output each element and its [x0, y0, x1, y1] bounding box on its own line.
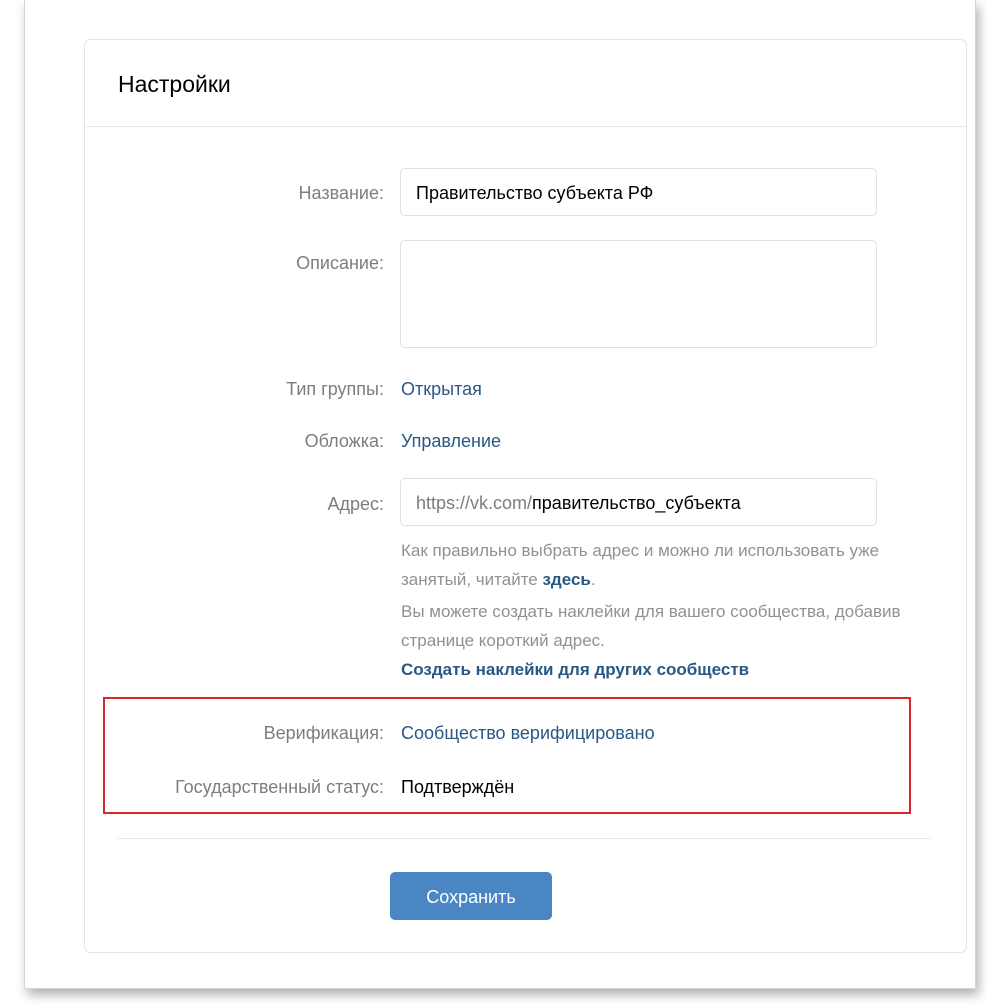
address-hint-link[interactable]: здесь [542, 570, 590, 589]
name-field-value: Правительство субъекта РФ [416, 183, 654, 203]
page-title: Настройки [118, 71, 231, 97]
cover-label: Обложка: [304, 431, 384, 451]
name-label: Название: [298, 183, 384, 203]
gov-status-value: Подтверждён [401, 777, 515, 797]
verification-label: Верификация: [263, 723, 384, 743]
address-hint-end: . [590, 570, 596, 589]
address-hint: Как правильно выбрать адрес и можно ли и… [401, 536, 901, 594]
cover-manage-link[interactable]: Управление [401, 431, 501, 452]
address-field[interactable]: https://vk.com/правительство_субъекта [400, 478, 877, 526]
address-value: правительство_субъекта [532, 493, 741, 513]
create-stickers-link[interactable]: Создать наклейки для других сообществ [401, 655, 901, 684]
description-field[interactable] [400, 240, 877, 348]
group-type-label: Тип группы: [286, 379, 384, 399]
card-header: Настройки [85, 40, 966, 127]
description-label: Описание: [296, 253, 384, 273]
stickers-hint-text: Вы можете создать наклейки для вашего со… [401, 602, 901, 650]
page-frame: Настройки Название: Правительство субъек… [24, 0, 976, 989]
stickers-hint: Вы можете создать наклейки для вашего со… [401, 597, 901, 684]
save-button[interactable]: Сохранить [390, 872, 552, 920]
settings-card: Настройки Название: Правительство субъек… [84, 39, 967, 953]
address-field-value: https://vk.com/правительство_субъекта [416, 493, 741, 514]
divider [117, 838, 930, 839]
verification-link[interactable]: Сообщество верифицировано [401, 723, 655, 744]
name-field[interactable]: Правительство субъекта РФ [400, 168, 877, 216]
gov-status-label: Государственный статус: [175, 777, 384, 797]
group-type-link[interactable]: Открытая [401, 379, 482, 400]
address-hint-text: Как правильно выбрать адрес и можно ли и… [401, 541, 880, 589]
address-prefix: https://vk.com/ [416, 493, 533, 513]
address-label: Адрес: [327, 494, 384, 514]
